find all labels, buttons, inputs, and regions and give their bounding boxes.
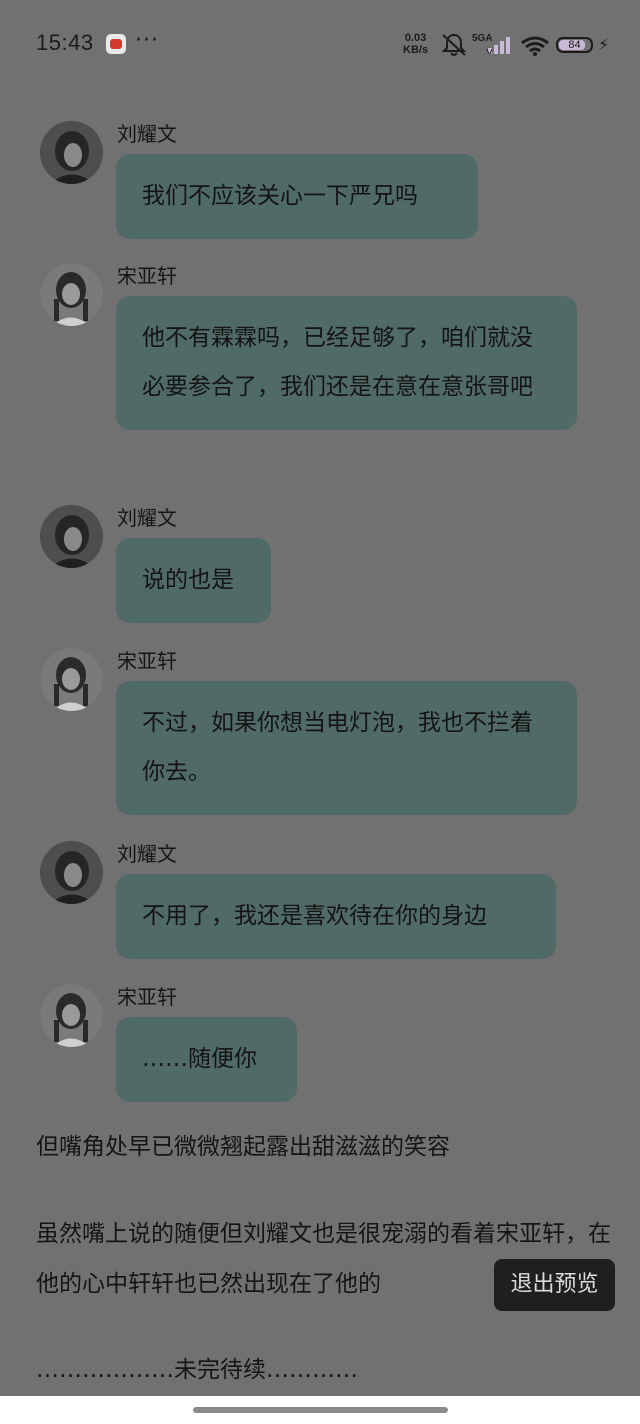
sender-name: 刘耀文 bbox=[117, 506, 177, 530]
home-indicator[interactable] bbox=[193, 1407, 448, 1413]
narration-paragraph: ………………未完待续………… bbox=[36, 1357, 358, 1383]
battery-level: 84 bbox=[568, 39, 581, 51]
sender-name: 刘耀文 bbox=[117, 122, 177, 146]
avatar[interactable] bbox=[40, 121, 103, 184]
avatar[interactable] bbox=[40, 648, 103, 711]
message-bubble[interactable]: ……随便你 bbox=[116, 1017, 297, 1102]
avatar-portrait-icon bbox=[40, 648, 103, 711]
message-bubble[interactable]: 说的也是 bbox=[116, 538, 271, 623]
avatar[interactable] bbox=[40, 984, 103, 1047]
message-bubble[interactable]: 他不有霖霖吗，已经足够了，咱们就没必要参合了，我们还是在意在意张哥吧 bbox=[116, 296, 577, 430]
message-bubble[interactable]: 不用了，我还是喜欢待在你的身边 bbox=[116, 874, 556, 959]
wifi-icon bbox=[521, 36, 549, 56]
sender-name: 宋亚轩 bbox=[117, 264, 177, 288]
battery-indicator: 84 bbox=[556, 37, 593, 53]
avatar[interactable] bbox=[40, 263, 103, 326]
network-speed-value: 0.03 bbox=[404, 32, 427, 44]
network-speed-unit: KB/s bbox=[403, 44, 429, 56]
avatar[interactable] bbox=[40, 505, 103, 568]
avatar-portrait-icon bbox=[40, 505, 103, 568]
status-time: 15:43 bbox=[36, 30, 94, 55]
avatar[interactable] bbox=[40, 841, 103, 904]
sender-name: 刘耀文 bbox=[117, 842, 177, 866]
network-speed: 0.03 KB/s bbox=[403, 32, 428, 56]
avatar-portrait-icon bbox=[40, 263, 103, 326]
avatar-portrait-icon bbox=[40, 841, 103, 904]
avatar-portrait-icon bbox=[40, 121, 103, 184]
message-bubble[interactable]: 我们不应该关心一下严兄吗 bbox=[116, 154, 478, 239]
more-notifications-icon: ··· bbox=[135, 28, 159, 53]
narration-paragraph: 但嘴角处早已微微翘起露出甜滋滋的笑容 bbox=[36, 1134, 450, 1160]
status-bar: 15:43 ··· 0.03 KB/s 5GA 84 ⚡ bbox=[0, 0, 640, 90]
message-bubble[interactable]: 不过，如果你想当电灯泡，我也不拦着你去。 bbox=[116, 681, 577, 815]
app-notification-icon bbox=[106, 34, 126, 54]
sender-name: 宋亚轩 bbox=[117, 649, 177, 673]
mute-bell-icon bbox=[441, 33, 467, 56]
sender-name: 宋亚轩 bbox=[117, 985, 177, 1009]
exit-preview-button[interactable]: 退出预览 bbox=[494, 1259, 615, 1311]
signal-icon bbox=[486, 37, 510, 55]
avatar-portrait-icon bbox=[40, 984, 103, 1047]
charging-icon: ⚡ bbox=[598, 35, 610, 54]
